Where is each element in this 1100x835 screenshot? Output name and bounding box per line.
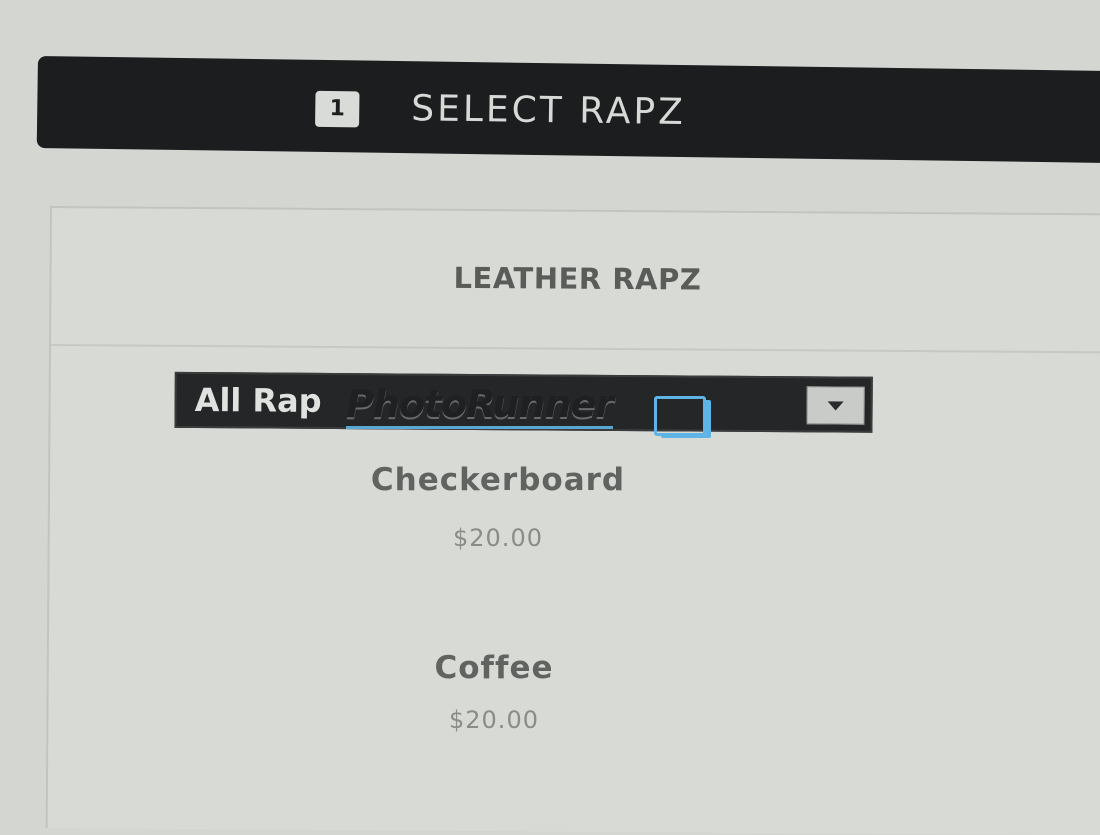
step-title: SELECT RAPZ [411,88,687,134]
step-header: 1 SELECT RAPZ [36,56,1100,164]
product-name[interactable]: Checkerboard [318,462,678,498]
product-item-checkerboard[interactable]: Checkerboard $20.00 [318,462,678,552]
product-price: $20.00 [449,706,539,734]
product-name[interactable]: Coffee [324,650,664,686]
watermark-text: PhotoRunner [346,382,614,429]
product-item-coffee[interactable]: Coffee $20.00 [324,650,664,734]
section-divider [51,344,1100,354]
dropdown-arrow-icon[interactable] [806,386,865,425]
rap-filter-value: All Rap [194,381,322,420]
product-price: $20.00 [453,524,543,552]
watermark-logo-icon [654,396,706,436]
step-number-badge: 1 [315,90,360,128]
section-title: LEATHER RAPZ [453,260,702,297]
